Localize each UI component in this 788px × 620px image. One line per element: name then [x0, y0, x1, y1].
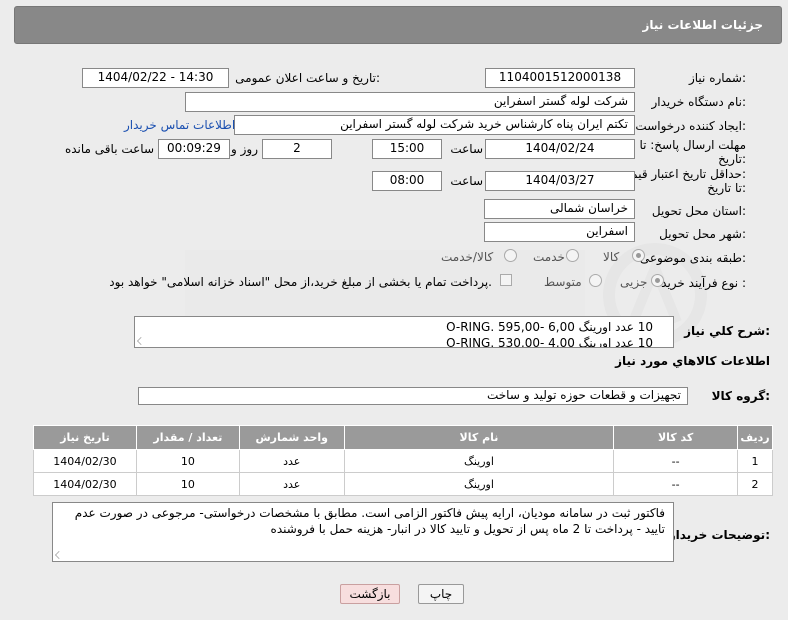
- page: جزئیات اطلاعات نیاز شماره نیاز: 11040015…: [0, 0, 788, 620]
- cell-quantity: 10: [135, 472, 240, 496]
- cell-row-number: 1: [737, 449, 773, 473]
- category-option-goods-service: کالا/خدمت: [441, 250, 494, 264]
- resize-handle-icon[interactable]: [55, 551, 63, 559]
- cell-need-date: 1404/02/30: [33, 472, 137, 496]
- category-radio-goods[interactable]: [632, 249, 645, 262]
- validity-date-field: 1404/03/27: [485, 171, 635, 191]
- process-radio-medium[interactable]: [589, 274, 602, 287]
- items-info-title: اطلاعات کالاهاي مورد نياز: [615, 354, 770, 368]
- validity-label-line1: حداقل تاریخ اعتبار قیمت:: [619, 167, 746, 181]
- cell-item-code: --: [613, 449, 739, 473]
- cell-unit: عدد: [238, 472, 345, 496]
- city-label: شهر محل تحویل:: [659, 227, 746, 241]
- remaining-time-field: 00:09:29: [158, 139, 230, 159]
- print-button[interactable]: چاپ: [418, 584, 464, 604]
- table-row: 2 -- اورینگ عدد 10 1404/02/30: [33, 472, 773, 496]
- col-item-code: کد کالا: [613, 425, 739, 450]
- cell-unit: عدد: [238, 449, 345, 473]
- category-option-goods: کالا: [603, 250, 620, 264]
- category-radio-goods-service[interactable]: [504, 249, 517, 262]
- announce-datetime-field: 1404/02/22 - 14:30: [82, 68, 229, 88]
- description-label: شرح کلي نياز:: [684, 324, 770, 338]
- days-count-field: 2: [262, 139, 332, 159]
- back-button[interactable]: بازگشت: [340, 584, 400, 604]
- deadline-time-label: ساعت: [450, 142, 483, 156]
- col-need-date: تاریخ نیاز: [33, 425, 137, 450]
- validity-time-field: 08:00: [372, 171, 442, 191]
- deadline-label-line2: تاریخ:: [718, 152, 746, 166]
- category-option-service: خدمت: [533, 250, 565, 264]
- col-row-number: ردیف: [737, 425, 773, 450]
- process-label: نوع فرآیند خرید :: [661, 276, 746, 290]
- treasury-payment-checkbox[interactable]: [500, 274, 512, 286]
- goods-group-label: گروه کالا:: [711, 389, 770, 403]
- requester-field: تکتم ایران پناه کارشناس خرید شرکت لوله گ…: [234, 115, 635, 135]
- process-option-minor: جزیی: [620, 275, 648, 289]
- page-header: جزئیات اطلاعات نیاز: [14, 6, 782, 44]
- page-title: جزئیات اطلاعات نیاز: [642, 18, 763, 32]
- remaining-label: ساعت باقی مانده: [64, 142, 154, 156]
- process-option-medium: متوسط: [544, 275, 582, 289]
- buyer-org-label: نام دستگاه خریدار:: [651, 95, 747, 109]
- cell-item-name: اورینگ: [343, 472, 615, 496]
- col-unit: واحد شمارش: [238, 425, 345, 450]
- cell-item-name: اورینگ: [343, 449, 615, 473]
- buyer-contact-link[interactable]: اطلاعات تماس خریدار: [124, 118, 235, 132]
- cell-item-code: --: [613, 472, 739, 496]
- need-number-label: شماره نیاز:: [688, 71, 746, 85]
- process-radio-minor[interactable]: [651, 274, 664, 287]
- items-table: ردیف کد کالا نام کالا واحد شمارش تعداد /…: [33, 425, 773, 496]
- col-item-name: نام کالا: [343, 425, 615, 450]
- category-label: طبقه بندی موضوعی:: [639, 251, 746, 265]
- province-field: خراسان شمالی: [484, 199, 635, 219]
- description-textarea: 10 عدد اورینگ O-RING. 595,00- 6,00 10 عد…: [134, 316, 674, 348]
- buyer-notes-text: فاکتور ثبت در سامانه مودیان، ارایه پیش ف…: [74, 506, 665, 536]
- description-line-1: 10 عدد اورینگ O-RING. 595,00- 6,00: [446, 320, 653, 334]
- table-row: 1 -- اورینگ عدد 10 1404/02/30: [33, 449, 773, 473]
- category-radio-service[interactable]: [566, 249, 579, 262]
- buyer-org-field: شرکت لوله گستر اسفراین: [185, 92, 635, 112]
- table-header-row: ردیف کد کالا نام کالا واحد شمارش تعداد /…: [33, 425, 773, 450]
- cell-quantity: 10: [135, 449, 240, 473]
- city-field: اسفراین: [484, 222, 635, 242]
- need-number-field: 1104001512000138: [485, 68, 635, 88]
- col-quantity: تعداد / مقدار: [135, 425, 240, 450]
- days-label: روز و: [231, 142, 258, 156]
- deadline-time-field: 15:00: [372, 139, 442, 159]
- buyer-notes-textarea: فاکتور ثبت در سامانه مودیان، ارایه پیش ف…: [52, 502, 674, 562]
- description-line-2: 10 عدد اورینگ O-RING. 530,00- 4,00: [446, 336, 653, 348]
- validity-time-label: ساعت: [450, 174, 483, 188]
- cell-row-number: 2: [737, 472, 773, 496]
- announce-label: تاریخ و ساعت اعلان عمومی:: [235, 71, 380, 85]
- goods-group-field: تجهیزات و قطعات حوزه تولید و ساخت: [138, 387, 688, 405]
- deadline-label-line1: مهلت ارسال پاسخ: تا: [639, 138, 746, 152]
- province-label: استان محل تحویل:: [651, 204, 746, 218]
- buyer-notes-label: توضیحات خریدار:: [668, 528, 770, 542]
- validity-label-line2: تا تاریخ:: [707, 181, 746, 195]
- requester-label: ایجاد کننده درخواست:: [635, 119, 746, 133]
- deadline-date-field: 1404/02/24: [485, 139, 635, 159]
- treasury-payment-note: پرداخت تمام یا بخشی از مبلغ خرید،از محل …: [109, 275, 492, 289]
- cell-need-date: 1404/02/30: [33, 449, 137, 473]
